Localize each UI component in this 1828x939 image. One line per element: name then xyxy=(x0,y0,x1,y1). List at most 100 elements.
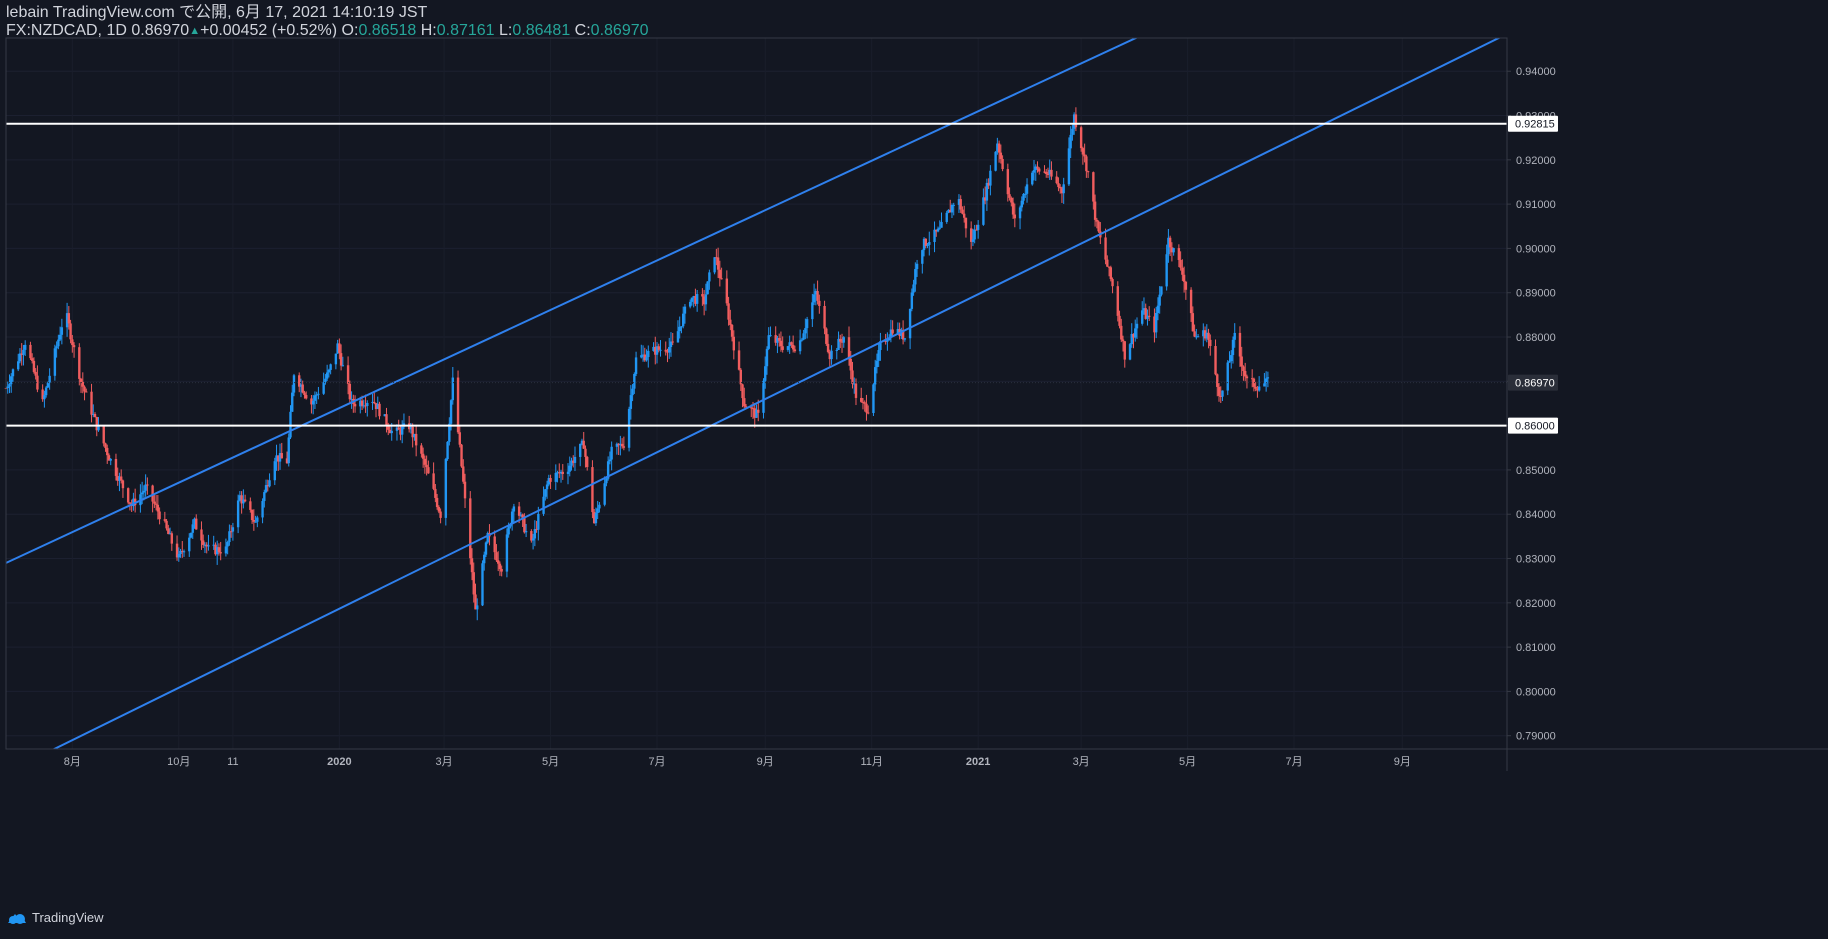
candle-body xyxy=(579,443,582,457)
candle-body xyxy=(584,448,587,457)
candle-body xyxy=(688,301,692,307)
candle-body xyxy=(517,506,521,516)
candle-body xyxy=(994,151,997,171)
candle-body xyxy=(1172,248,1175,253)
candle-body xyxy=(329,364,332,370)
candle-body xyxy=(104,443,107,448)
candle-body xyxy=(385,414,388,426)
candle-body xyxy=(462,466,465,482)
candle-body xyxy=(964,217,968,229)
candle-body xyxy=(1057,183,1060,188)
candle-body xyxy=(1079,127,1083,149)
candle-body xyxy=(854,383,858,398)
candle-body xyxy=(439,511,442,518)
footer: TradingView xyxy=(6,910,104,925)
candle-body xyxy=(730,324,734,337)
candle-body xyxy=(268,480,271,487)
candle-body xyxy=(1109,267,1113,280)
candle-body xyxy=(633,373,636,389)
candle-body xyxy=(338,343,341,354)
candle-body xyxy=(549,478,552,482)
candle-body xyxy=(93,413,97,418)
candle-body xyxy=(339,353,343,366)
candle-body xyxy=(1045,171,1048,174)
candle-body xyxy=(69,323,72,340)
time-tick-label: 11 xyxy=(227,756,238,768)
candle-body xyxy=(280,453,283,459)
candle-body xyxy=(683,306,687,314)
trend-channel[interactable] xyxy=(0,0,1557,797)
time-tick-label: 7月 xyxy=(648,756,665,768)
candle-body xyxy=(1025,184,1029,194)
candle-body xyxy=(154,503,158,505)
candle-body xyxy=(1111,279,1114,287)
time-tick-label: 5月 xyxy=(1179,756,1196,768)
candle-body xyxy=(1216,374,1219,387)
candle-body xyxy=(725,278,729,304)
time-axis[interactable]: 8月 10月 11 2020 3月 5月 7月 9月 11月 2021 3月 5月 7月 9月 xyxy=(64,756,1411,768)
channel-line-2[interactable] xyxy=(0,9,1557,797)
candle-body xyxy=(373,401,376,404)
candle-body xyxy=(936,228,940,232)
candle-body xyxy=(610,446,613,460)
candle-body xyxy=(940,221,943,228)
candle-body xyxy=(191,524,194,533)
candle-body xyxy=(777,338,781,341)
candle-body xyxy=(727,303,730,320)
price-chart[interactable]: 0.940000.930000.920000.910000.900000.890… xyxy=(0,0,1828,939)
candle-body xyxy=(976,224,980,230)
candle-body xyxy=(921,250,924,264)
candle-body xyxy=(322,382,325,394)
candle-body xyxy=(1018,207,1022,219)
candle-body xyxy=(1231,339,1235,356)
candle-body xyxy=(444,459,448,518)
candle-body xyxy=(962,213,966,218)
candle-body xyxy=(1228,361,1231,363)
time-tick-label: 8月 xyxy=(64,756,81,768)
candle-body xyxy=(32,360,36,372)
price-tick-label: 0.85000 xyxy=(1516,465,1556,477)
candle-body xyxy=(1024,193,1027,195)
candle-body xyxy=(971,239,975,242)
candle-body xyxy=(317,393,320,395)
candle-body xyxy=(1055,176,1058,184)
price-tick-label: 0.89000 xyxy=(1516,288,1556,300)
candle-body xyxy=(434,488,437,498)
candle-body xyxy=(877,350,880,361)
candle-body xyxy=(397,427,400,430)
candle-body xyxy=(676,331,680,343)
candle-body xyxy=(500,569,503,572)
candle-body xyxy=(1254,386,1257,389)
candle-body xyxy=(1154,312,1158,333)
candle-body xyxy=(1226,362,1229,391)
candle-body xyxy=(158,511,161,520)
candle-body xyxy=(608,459,612,462)
price-axis[interactable]: 0.940000.930000.920000.910000.900000.890… xyxy=(1507,66,1558,743)
candle-body xyxy=(1011,202,1015,215)
candle-body xyxy=(1010,197,1013,203)
candle-body xyxy=(860,397,863,402)
candle-body xyxy=(1233,332,1236,340)
time-tick-label: 2021 xyxy=(966,756,990,768)
candle-body xyxy=(622,446,626,448)
candle-body xyxy=(713,257,716,273)
candle-body xyxy=(982,197,985,225)
candle-body xyxy=(496,560,500,564)
candle-body xyxy=(915,263,919,270)
candle-body xyxy=(109,459,112,461)
candle-body xyxy=(182,551,186,553)
candle-body xyxy=(1230,355,1233,362)
candle-body xyxy=(1207,332,1210,340)
candle-body xyxy=(695,294,699,304)
candle-body xyxy=(291,392,294,412)
candle-body xyxy=(334,353,338,365)
candle-body xyxy=(1189,289,1193,314)
candle-body xyxy=(231,527,235,532)
candle-body xyxy=(219,552,222,554)
candle-body xyxy=(891,329,894,334)
candle-body xyxy=(217,547,221,553)
candle-body xyxy=(1067,148,1071,185)
horizontal-lines[interactable] xyxy=(6,122,1507,427)
candle-body xyxy=(812,294,816,303)
candle-body xyxy=(952,204,955,206)
